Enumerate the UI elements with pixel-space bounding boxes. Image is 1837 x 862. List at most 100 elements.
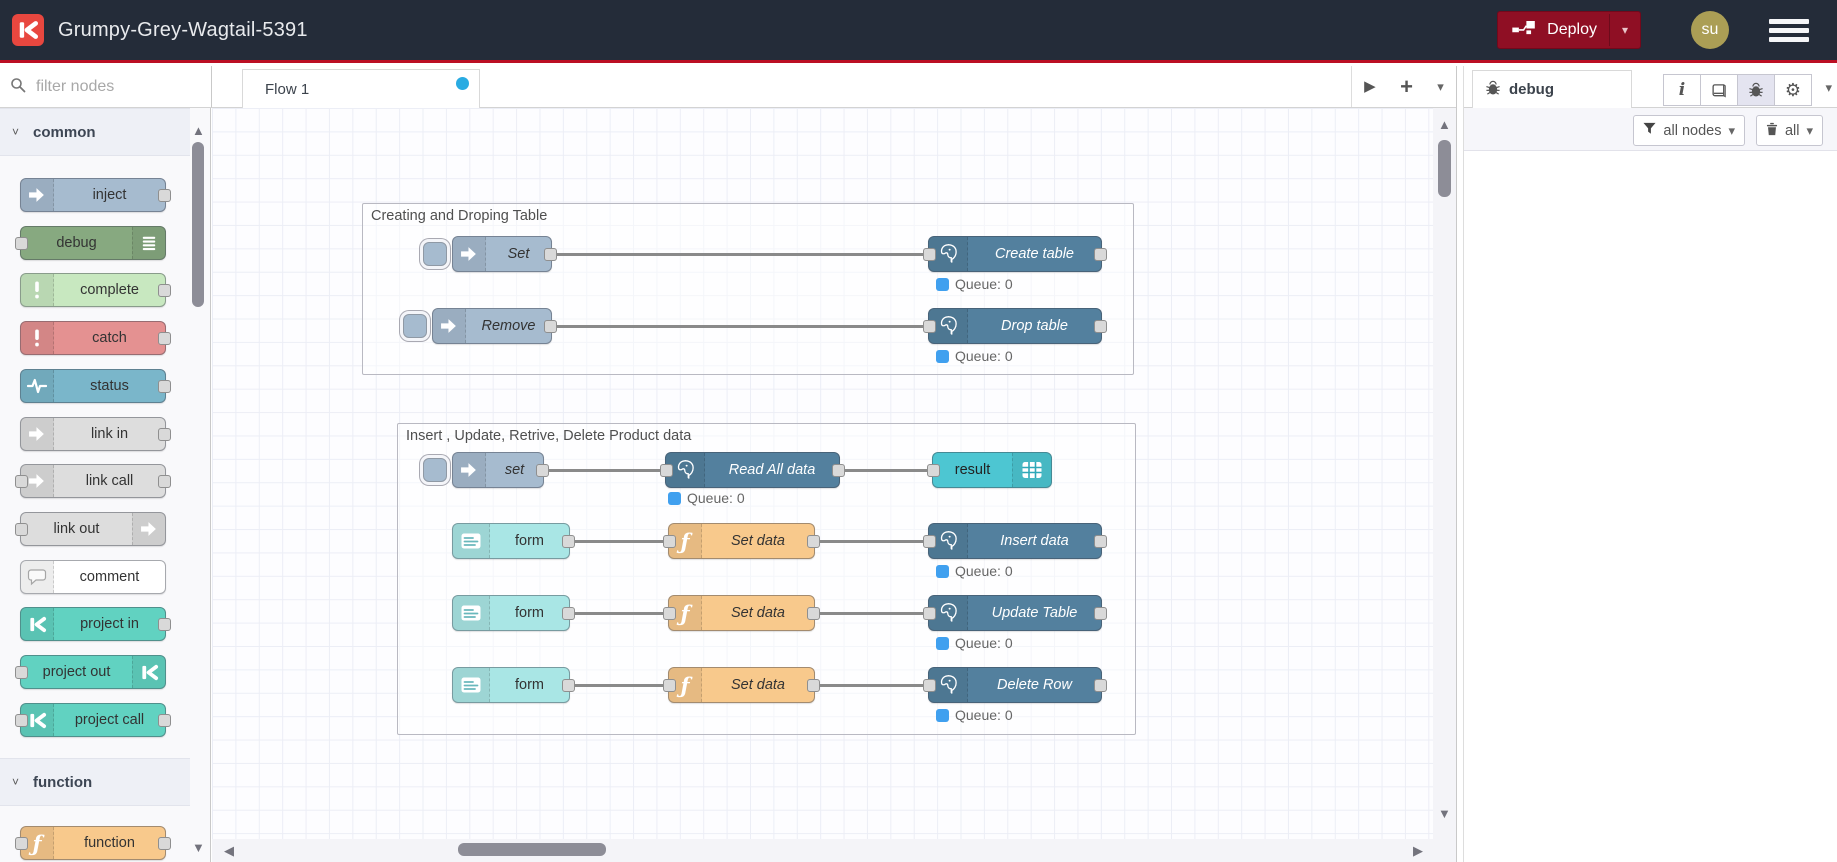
- output-port[interactable]: [807, 535, 820, 548]
- output-port[interactable]: [158, 332, 171, 345]
- palette-node-function[interactable]: ƒ function: [15, 826, 171, 860]
- input-port[interactable]: [15, 475, 28, 488]
- sidebar-tabs-caret[interactable]: ▾: [1825, 80, 1832, 96]
- output-port[interactable]: [158, 618, 171, 631]
- flow-node-delete-row[interactable]: Delete Row: [923, 667, 1107, 703]
- wire[interactable]: [552, 324, 928, 328]
- input-port[interactable]: [923, 679, 936, 692]
- output-port[interactable]: [544, 320, 557, 333]
- wire[interactable]: [570, 611, 668, 615]
- flow-canvas[interactable]: Creating and Droping Table Insert , Updat…: [212, 108, 1456, 862]
- sidebar-splitter[interactable]: [1456, 66, 1464, 862]
- debug-clear-button[interactable]: all ▾: [1755, 115, 1823, 146]
- canvas-vscroll-thumb[interactable]: [1438, 140, 1451, 197]
- wire[interactable]: [544, 468, 665, 472]
- canvas-scroll-down-arrow[interactable]: ▼: [1438, 807, 1451, 820]
- wire[interactable]: [570, 539, 668, 543]
- flow-node-read-all-data[interactable]: Read All data: [660, 452, 845, 488]
- config-panel-button[interactable]: ⚙: [1774, 74, 1812, 106]
- input-port[interactable]: [15, 714, 28, 727]
- flow-node-form[interactable]: form: [452, 523, 575, 559]
- output-port[interactable]: [1094, 607, 1107, 620]
- palette-scroll-down-arrow[interactable]: ▼: [192, 841, 205, 854]
- canvas-hscrollbar[interactable]: ◀ ▶: [212, 839, 1433, 862]
- output-port[interactable]: [158, 189, 171, 202]
- input-port[interactable]: [663, 535, 676, 548]
- palette-node-catch[interactable]: catch: [20, 321, 171, 355]
- output-port[interactable]: [562, 607, 575, 620]
- node-red-logo-icon[interactable]: [12, 14, 44, 46]
- palette-node-project-in[interactable]: project in: [20, 607, 171, 641]
- input-port[interactable]: [923, 248, 936, 261]
- flow-node-set-data[interactable]: ƒ Set data: [663, 523, 820, 559]
- input-port[interactable]: [927, 464, 940, 477]
- flow-list-caret[interactable]: ▾: [1437, 79, 1444, 95]
- inject-button[interactable]: [423, 242, 447, 266]
- input-port[interactable]: [15, 666, 28, 679]
- input-port[interactable]: [15, 237, 28, 250]
- output-port[interactable]: [1094, 679, 1107, 692]
- palette-scrollbar-thumb[interactable]: [192, 142, 204, 307]
- output-port[interactable]: [1094, 248, 1107, 261]
- output-port[interactable]: [1094, 320, 1107, 333]
- main-menu-button[interactable]: [1769, 15, 1809, 46]
- debug-filter-button[interactable]: all nodes ▾: [1633, 115, 1745, 146]
- flow-node-result[interactable]: result: [927, 452, 1052, 488]
- flow-node-update-table[interactable]: Update Table: [923, 595, 1107, 631]
- canvas-vscrollbar[interactable]: ▲ ▼: [1433, 108, 1456, 862]
- flow-node-set-data[interactable]: ƒ Set data: [663, 595, 820, 631]
- canvas-scroll-left-arrow[interactable]: ◀: [224, 844, 234, 857]
- palette-section-function[interactable]: ˅ function: [0, 758, 190, 806]
- palette-node-project-call[interactable]: project call: [15, 703, 171, 737]
- output-port[interactable]: [562, 679, 575, 692]
- tab-flow-1[interactable]: Flow 1: [242, 69, 480, 108]
- palette-node-debug[interactable]: debug: [15, 226, 166, 260]
- inject-button[interactable]: [403, 314, 427, 338]
- flow-node-set[interactable]: set: [423, 452, 549, 488]
- filter-nodes-input[interactable]: [34, 76, 198, 97]
- canvas-scroll-up-arrow[interactable]: ▲: [1438, 118, 1451, 131]
- palette-node-project-out[interactable]: project out: [15, 655, 166, 689]
- input-port[interactable]: [923, 535, 936, 548]
- input-port[interactable]: [15, 523, 28, 536]
- output-port[interactable]: [832, 464, 845, 477]
- wire[interactable]: [570, 683, 668, 687]
- palette-node-complete[interactable]: complete: [20, 273, 171, 307]
- output-port[interactable]: [158, 284, 171, 297]
- palette-node-link-out[interactable]: link out: [15, 512, 166, 546]
- add-flow-button[interactable]: +: [1400, 74, 1413, 100]
- palette-node-status[interactable]: status: [20, 369, 171, 403]
- output-port[interactable]: [807, 679, 820, 692]
- palette-scroll-up-arrow[interactable]: ▲: [192, 124, 205, 137]
- output-port[interactable]: [807, 607, 820, 620]
- palette-node-comment[interactable]: comment: [20, 560, 166, 594]
- input-port[interactable]: [923, 607, 936, 620]
- deploy-button[interactable]: Deploy ▾: [1497, 11, 1641, 49]
- tab-debug[interactable]: debug: [1472, 70, 1632, 108]
- output-port[interactable]: [158, 837, 171, 850]
- wire[interactable]: [815, 683, 928, 687]
- output-port[interactable]: [158, 380, 171, 393]
- input-port[interactable]: [15, 837, 28, 850]
- deploy-options-caret[interactable]: ▾: [1608, 14, 1640, 46]
- tab-scroll-right-button[interactable]: ▶: [1364, 79, 1376, 94]
- debug-panel-button[interactable]: [1737, 74, 1775, 106]
- flow-node-insert-data[interactable]: Insert data: [923, 523, 1107, 559]
- flow-node-remove[interactable]: Remove: [403, 308, 557, 344]
- flow-node-drop-table[interactable]: Drop table: [923, 308, 1107, 344]
- output-port[interactable]: [158, 428, 171, 441]
- palette-node-inject[interactable]: inject: [20, 178, 171, 212]
- input-port[interactable]: [923, 320, 936, 333]
- output-port[interactable]: [544, 248, 557, 261]
- info-panel-button[interactable]: i: [1663, 74, 1701, 106]
- input-port[interactable]: [660, 464, 673, 477]
- output-port[interactable]: [158, 714, 171, 727]
- user-avatar[interactable]: su: [1691, 11, 1729, 49]
- input-port[interactable]: [663, 679, 676, 692]
- output-port[interactable]: [1094, 535, 1107, 548]
- inject-button[interactable]: [423, 458, 447, 482]
- flow-group[interactable]: Creating and Droping Table: [362, 203, 1134, 375]
- flow-node-create-table[interactable]: Create table: [923, 236, 1107, 272]
- wire[interactable]: [840, 468, 932, 472]
- palette-node-link-in[interactable]: link in: [20, 417, 171, 451]
